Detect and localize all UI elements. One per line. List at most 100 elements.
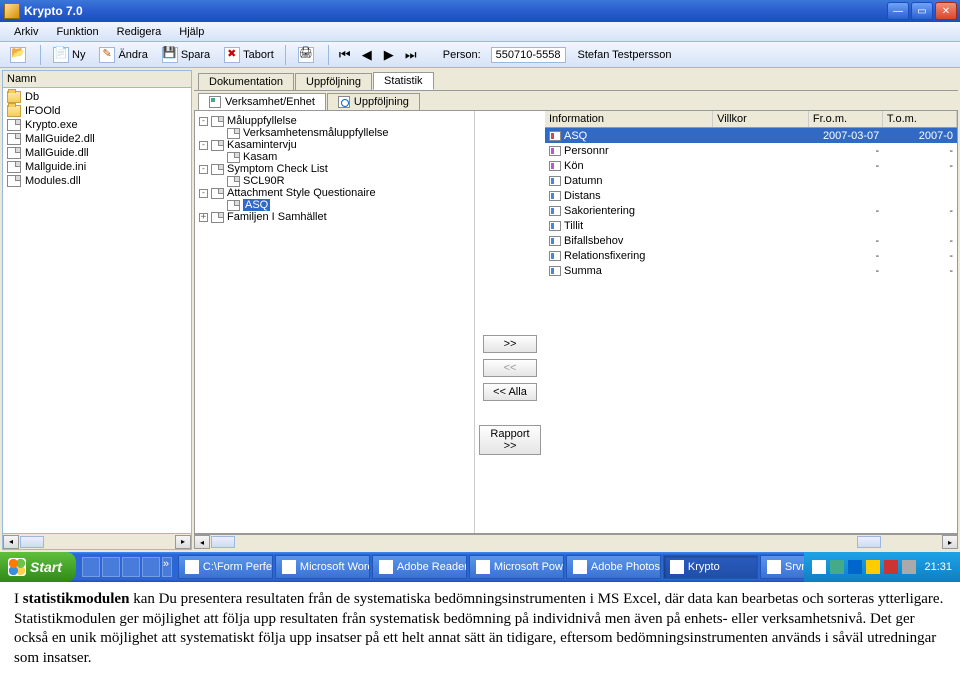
taskbar-item[interactable]: Microsoft Powe… xyxy=(469,555,564,579)
taskbar-item[interactable]: Microsoft Word … xyxy=(275,555,370,579)
tab-statistik[interactable]: Statistik xyxy=(373,72,434,90)
maximize-button[interactable]: ▭ xyxy=(911,2,933,20)
nav-prev[interactable]: ◀ xyxy=(357,47,377,63)
ql-item[interactable] xyxy=(82,557,100,577)
tab-uppfoljning[interactable]: Uppföljning xyxy=(295,73,372,90)
ny-button[interactable]: Ny xyxy=(47,45,91,65)
subtab-uppfoljning[interactable]: Uppföljning xyxy=(327,93,420,110)
grid-row[interactable]: Sakorientering-- xyxy=(545,203,957,218)
scroll-left[interactable]: ◂ xyxy=(3,535,19,549)
tree-node[interactable]: -Symptom Check List xyxy=(197,163,472,175)
tabort-button[interactable]: Tabort xyxy=(218,45,280,65)
file-list-scrollbar[interactable]: ◂ ▸ xyxy=(3,533,191,549)
edit-icon xyxy=(99,47,115,63)
add-button[interactable]: >> xyxy=(483,335,537,353)
menu-redigera[interactable]: Redigera xyxy=(109,24,170,40)
close-button[interactable]: ✕ xyxy=(935,2,957,20)
subtab-verksamhet[interactable]: Verksamhet/Enhet xyxy=(198,93,326,110)
ql-item[interactable] xyxy=(102,557,120,577)
panel-scroll-left[interactable]: ◂ xyxy=(194,535,210,549)
grid-row[interactable]: Summa-- xyxy=(545,263,957,278)
tree-node[interactable]: -Kasamintervju xyxy=(197,139,472,151)
taskbar-item[interactable]: Srvmon xyxy=(760,555,805,579)
tray-icon[interactable] xyxy=(830,560,844,574)
file-list-header[interactable]: Namn xyxy=(3,71,191,88)
remove-button[interactable]: << xyxy=(483,359,537,377)
start-label: Start xyxy=(30,559,62,575)
taskbar-item[interactable]: C:\Form Perfec… xyxy=(178,555,273,579)
tab-dokumentation[interactable]: Dokumentation xyxy=(198,73,294,90)
nav-first[interactable]: ⏮ xyxy=(335,47,355,63)
row-icon xyxy=(549,176,561,186)
file-item[interactable]: Db xyxy=(3,90,191,104)
scroll-right[interactable]: ▸ xyxy=(175,535,191,549)
andra-button[interactable]: Ändra xyxy=(93,45,153,65)
tray-icon[interactable] xyxy=(902,560,916,574)
tray-icon[interactable] xyxy=(866,560,880,574)
col-from[interactable]: Fr.o.m. xyxy=(809,111,883,127)
col-villkor[interactable]: Villkor xyxy=(713,111,809,127)
file-item[interactable]: MallGuide.dll xyxy=(3,146,191,160)
grid-row[interactable]: Kön-- xyxy=(545,158,957,173)
ql-item[interactable] xyxy=(142,557,160,577)
file-item[interactable]: Krypto.exe xyxy=(3,118,191,132)
tree-node[interactable]: Verksamhetensmåluppfyllelse xyxy=(197,127,472,139)
tree-twisty[interactable]: - xyxy=(199,117,208,126)
tree-node[interactable]: -Måluppfyllelse xyxy=(197,115,472,127)
file-item[interactable]: Modules.dll xyxy=(3,174,191,188)
tray-icon[interactable] xyxy=(848,560,862,574)
taskbar-item[interactable]: Adobe Photoshop… xyxy=(566,555,661,579)
tree-node[interactable]: ASQ xyxy=(197,199,472,211)
file-item[interactable]: Mallguide.ini xyxy=(3,160,191,174)
tray-icon[interactable] xyxy=(884,560,898,574)
grid-row[interactable]: Relationsfixering-- xyxy=(545,248,957,263)
task-label: Microsoft Word … xyxy=(300,561,370,573)
grid-row[interactable]: Tillit xyxy=(545,218,957,233)
spara-button[interactable]: Spara xyxy=(156,45,216,65)
file-item[interactable]: MallGuide2.dll xyxy=(3,132,191,146)
report-button[interactable]: Rapport >> xyxy=(479,425,541,455)
tree-node[interactable]: Kasam xyxy=(197,151,472,163)
col-tom[interactable]: T.o.m. xyxy=(883,111,957,127)
panel-scroll-right[interactable]: ▸ xyxy=(942,535,958,549)
open-button[interactable] xyxy=(4,45,35,65)
tree-label: ASQ xyxy=(243,199,270,211)
remove-all-button[interactable]: << Alla xyxy=(483,383,537,401)
col-information[interactable]: Information xyxy=(545,111,713,127)
menu-hjalp[interactable]: Hjälp xyxy=(171,24,212,40)
grid-row[interactable]: Personnr-- xyxy=(545,143,957,158)
tree-node[interactable]: +Familjen I Samhället xyxy=(197,211,472,223)
panel-scrollbar[interactable]: ◂ ▸ xyxy=(194,534,958,550)
grid-row[interactable]: Distans xyxy=(545,188,957,203)
ql-chevron[interactable]: » xyxy=(162,557,172,577)
tray-icon[interactable] xyxy=(812,560,826,574)
start-button[interactable]: Start xyxy=(0,552,76,582)
file-item[interactable]: IFOOld xyxy=(3,104,191,118)
tree-label: SCL90R xyxy=(243,175,285,187)
menu-arkiv[interactable]: Arkiv xyxy=(6,24,46,40)
menu-funktion[interactable]: Funktion xyxy=(48,24,106,40)
print-button[interactable] xyxy=(292,45,323,65)
file-icon xyxy=(211,212,224,223)
scroll-thumb[interactable] xyxy=(20,536,44,548)
grid-row[interactable]: Bifallsbehov-- xyxy=(545,233,957,248)
nav-last[interactable]: ⏭ xyxy=(401,47,421,63)
tree-twisty[interactable]: - xyxy=(199,189,208,198)
nav-next[interactable]: ▶ xyxy=(379,47,399,63)
tree-twisty[interactable]: - xyxy=(199,165,208,174)
system-tray: 21:31 xyxy=(804,552,960,582)
tree-twisty[interactable]: + xyxy=(199,213,208,222)
taskbar-item[interactable]: Krypto xyxy=(663,555,758,579)
minimize-button[interactable]: — xyxy=(887,2,909,20)
tree-twisty[interactable]: - xyxy=(199,141,208,150)
grid-row[interactable]: Datumn xyxy=(545,173,957,188)
row-icon xyxy=(549,146,561,156)
panel-scroll-thumb2[interactable] xyxy=(857,536,881,548)
taskbar-item[interactable]: Adobe Reader … xyxy=(372,555,467,579)
tree-node[interactable]: -Attachment Style Questionaire xyxy=(197,187,472,199)
tree-node[interactable]: SCL90R xyxy=(197,175,472,187)
grid-row[interactable]: ASQ2007-03-072007-0 xyxy=(545,128,957,143)
panel-scroll-thumb[interactable] xyxy=(211,536,235,548)
ql-item[interactable] xyxy=(122,557,140,577)
task-label: C:\Form Perfec… xyxy=(203,561,273,573)
